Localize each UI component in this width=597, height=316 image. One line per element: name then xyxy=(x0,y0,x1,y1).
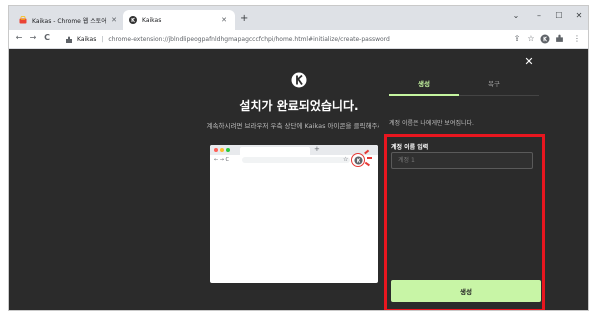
close-tab-icon[interactable]: ✕ xyxy=(109,15,119,25)
illustration-address-bar xyxy=(242,157,350,163)
account-name-description: 계정 이름은 나에게만 보여집니다. xyxy=(389,120,474,127)
address-separator: | xyxy=(101,36,104,43)
kaikas-favicon-icon xyxy=(129,16,137,24)
kaikas-extension-icon[interactable] xyxy=(540,34,550,44)
address-bar[interactable]: Kaikas | chrome-extension://jblndlipeogp… xyxy=(65,32,505,47)
green-dot-icon xyxy=(226,148,230,152)
reload-button[interactable]: C xyxy=(42,33,52,42)
more-icon[interactable]: ⋮ xyxy=(572,34,582,44)
account-name-label: 계정 이름 입력 xyxy=(391,144,429,151)
share-icon[interactable]: ⇪ xyxy=(512,34,522,44)
create-button[interactable]: 생성 xyxy=(391,280,541,302)
red-dot-icon xyxy=(214,148,218,152)
tab-restore[interactable]: 복구 xyxy=(459,78,529,88)
tab-kaikas[interactable]: Kaikas ✕ xyxy=(123,10,235,30)
new-tab-button[interactable]: + xyxy=(240,14,248,24)
page-title: 설치가 완료되었습니다. xyxy=(239,99,359,113)
illustration-plus-icon: + xyxy=(314,145,320,153)
forward-button[interactable]: → xyxy=(28,33,38,42)
tab-title: Kaikas xyxy=(142,16,162,24)
yellow-dot-icon xyxy=(220,148,224,152)
tab-strip: Kaikas - Chrome 웹 스토어 ✕ Kaikas ✕ + ⌄ – ☐… xyxy=(9,6,588,30)
tab-chrome-web-store[interactable]: Kaikas - Chrome 웹 스토어 ✕ xyxy=(13,10,125,30)
highlight-ray-icon xyxy=(365,161,370,166)
maximize-button[interactable]: ☐ xyxy=(552,11,566,20)
tab-title: Kaikas - Chrome 웹 스토어 xyxy=(32,17,107,25)
illustration-tab xyxy=(240,147,310,155)
account-name-input[interactable] xyxy=(391,152,533,169)
tab-create[interactable]: 생성 xyxy=(389,78,459,88)
site-name: Kaikas xyxy=(77,36,97,43)
url-text: chrome-extension://jblndlipeogpafnldhgma… xyxy=(108,36,390,43)
browser-illustration: + ← → C ☆ xyxy=(210,145,378,283)
kaikas-highlighted-icon xyxy=(351,153,365,167)
create-account-panel: ✕ 생성 복구 계정 이름은 나에게만 보여집니다. 계정 이름 입력 생성 xyxy=(379,50,588,310)
extension-page: 설치가 완료되었습니다. 계속하시려면 브라우저 우측 상단에 Kaikas 아… xyxy=(9,50,588,310)
close-icon[interactable]: ✕ xyxy=(523,55,535,68)
extension-puzzle-icon xyxy=(66,36,72,43)
kaikas-logo-icon xyxy=(291,72,307,88)
tab-search-icon[interactable]: ⌄ xyxy=(509,11,523,20)
active-tab-indicator xyxy=(389,94,459,96)
close-window-button[interactable]: ✕ xyxy=(572,11,586,20)
browser-toolbar: ← → C Kaikas | chrome-extension://jblndl… xyxy=(9,30,588,49)
chrome-web-store-favicon-icon xyxy=(19,16,27,24)
minimize-button[interactable]: – xyxy=(532,11,546,20)
illustration-nav-icon: ← → C xyxy=(214,157,230,163)
illustration-star-icon: ☆ xyxy=(343,156,349,163)
browser-window: Kaikas - Chrome 웹 스토어 ✕ Kaikas ✕ + ⌄ – ☐… xyxy=(8,5,589,311)
close-tab-icon[interactable]: ✕ xyxy=(219,15,229,25)
highlight-ray-icon xyxy=(367,157,372,159)
back-button[interactable]: ← xyxy=(14,33,24,42)
install-complete-area: 설치가 완료되었습니다. 계속하시려면 브라우저 우측 상단에 Kaikas 아… xyxy=(9,50,391,310)
star-icon[interactable]: ☆ xyxy=(526,34,536,44)
puzzle-icon[interactable] xyxy=(554,34,564,44)
